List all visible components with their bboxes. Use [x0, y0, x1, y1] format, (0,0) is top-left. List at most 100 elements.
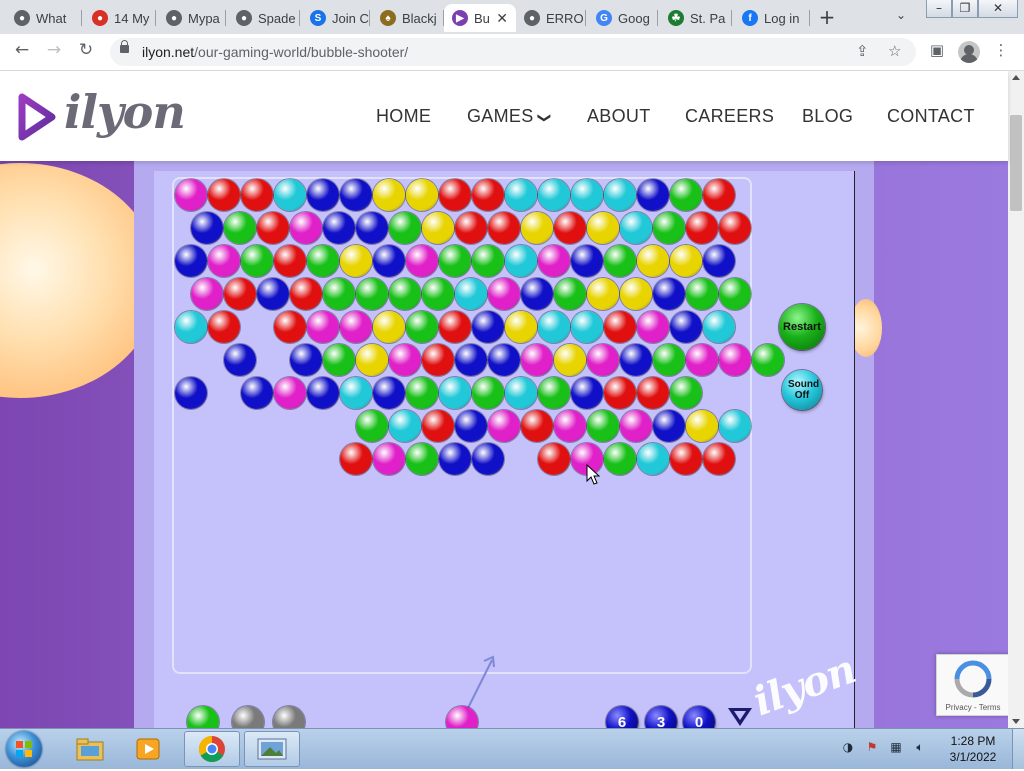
scroll-up-icon[interactable]: [1012, 75, 1020, 80]
tab-search-icon[interactable]: ⌄: [896, 8, 906, 22]
back-icon[interactable]: ←: [10, 40, 34, 64]
tab-close-icon[interactable]: ✕: [496, 10, 508, 27]
bubble: [670, 377, 702, 409]
tab-2[interactable]: ● Mypa: [158, 4, 226, 32]
bubble: [257, 278, 289, 310]
bubble: [521, 212, 553, 244]
bubble: [571, 311, 603, 343]
bubble: [538, 179, 570, 211]
page-scrollbar[interactable]: [1008, 71, 1024, 728]
bubble: [538, 443, 570, 475]
tab-6[interactable]: ▶ Bu ✕: [444, 4, 516, 32]
bubble: [521, 278, 553, 310]
tab-label: Blackj: [402, 10, 437, 26]
chevron-down-icon: ❯: [537, 112, 553, 124]
ilyon-play-logo-icon: [18, 93, 56, 141]
tab-5[interactable]: ♠ Blackj: [372, 4, 444, 32]
menu-kebab-icon[interactable]: ⋮: [990, 41, 1012, 63]
address-bar[interactable]: ilyon.net/our-gaming-world/bubble-shoote…: [110, 38, 916, 66]
bubble: [307, 311, 339, 343]
tab-label: Log in: [764, 10, 800, 26]
tab-10[interactable]: f Log in: [734, 4, 810, 32]
scroll-down-icon[interactable]: [1012, 719, 1020, 724]
bubble: [472, 245, 504, 277]
close-window-button[interactable]: ✕: [978, 0, 1018, 18]
restart-button[interactable]: Restart: [779, 304, 825, 350]
url-domain: ilyon.net: [142, 44, 195, 60]
network-icon[interactable]: ▦: [888, 739, 904, 755]
recaptcha-icon: [954, 660, 992, 698]
bubble: [488, 212, 520, 244]
cards-favicon-icon: ♠: [380, 10, 396, 26]
tab-9[interactable]: ☘ St. Pa: [660, 4, 732, 32]
nav-games[interactable]: GAMES ❯: [467, 106, 553, 127]
folder-icon: [76, 738, 104, 761]
profile-avatar[interactable]: [958, 41, 980, 63]
tab-4[interactable]: S Join C: [302, 4, 370, 32]
bubble: [422, 344, 454, 376]
bubble: [587, 344, 619, 376]
lock-icon[interactable]: [120, 40, 129, 53]
photo-viewer-taskbar-button[interactable]: [244, 731, 300, 767]
show-desktop-button[interactable]: [1012, 729, 1024, 769]
bubble: [439, 443, 471, 475]
bubble: [637, 245, 669, 277]
ilyon-logo[interactable]: ilyon: [18, 81, 186, 151]
tray-arrow-icon[interactable]: ◑: [840, 739, 856, 755]
sound-toggle-button[interactable]: Sound Off: [782, 370, 822, 410]
s-favicon-icon: S: [310, 10, 326, 26]
url-text[interactable]: ilyon.net/our-gaming-world/bubble-shoote…: [142, 44, 408, 60]
side-panel-icon[interactable]: ▣: [926, 41, 948, 63]
bubble: [703, 245, 735, 277]
bubble: [224, 278, 256, 310]
restore-button[interactable]: ❐: [952, 0, 978, 18]
scroll-thumb[interactable]: [1010, 115, 1022, 211]
bubble: [356, 410, 388, 442]
tab-0[interactable]: ● What: [6, 4, 82, 32]
forward-icon[interactable]: →: [42, 40, 66, 64]
nav-about[interactable]: ABOUT: [587, 106, 651, 127]
reload-icon[interactable]: ↻: [74, 40, 98, 64]
tab-divider: [369, 10, 370, 26]
recaptcha-badge[interactable]: Privacy - Terms: [936, 654, 1010, 716]
media-player-taskbar-button[interactable]: [120, 731, 176, 767]
bubble: [224, 212, 256, 244]
bubble: [208, 179, 240, 211]
tab-8[interactable]: G Goog: [588, 4, 658, 32]
clock-time: 1:28 PM: [950, 734, 996, 748]
nav-blog[interactable]: BLOG: [802, 106, 853, 127]
bubble: [274, 377, 306, 409]
chrome-icon: ●: [524, 10, 540, 26]
bubble: [488, 278, 520, 310]
bubble: [472, 311, 504, 343]
action-center-icon[interactable]: ⚑: [864, 739, 880, 755]
share-icon[interactable]: ⇪: [856, 42, 869, 60]
bubble: [604, 245, 636, 277]
bubble: [175, 377, 207, 409]
taskbar-clock[interactable]: 1:28 PM 3/1/2022: [938, 733, 1008, 765]
dropdown-triangle-icon[interactable]: [726, 706, 754, 728]
bubble: [373, 179, 405, 211]
bubble: [538, 311, 570, 343]
minimize-button[interactable]: –: [926, 0, 952, 18]
start-button[interactable]: [6, 731, 42, 767]
nav-home[interactable]: HOME: [376, 106, 431, 127]
bubble: [505, 377, 537, 409]
chrome-taskbar-button[interactable]: [184, 731, 240, 767]
recaptcha-links[interactable]: Privacy - Terms: [937, 703, 1009, 712]
bubble: [307, 377, 339, 409]
bookmark-star-icon[interactable]: ☆: [888, 42, 901, 60]
bubble: [719, 410, 751, 442]
nav-contact[interactable]: CONTACT: [887, 106, 975, 127]
bubble: [406, 443, 438, 475]
explorer-taskbar-button[interactable]: [62, 731, 118, 767]
tab-3[interactable]: ● Spade: [228, 4, 300, 32]
new-tab-button[interactable]: +: [816, 6, 838, 28]
tab-7[interactable]: ● ERRO: [516, 4, 586, 32]
tab-label: ERRO: [546, 10, 584, 26]
nav-careers[interactable]: CAREERS: [685, 106, 774, 127]
bubble: [653, 212, 685, 244]
volume-icon[interactable]: 🔈︎: [912, 739, 928, 755]
bubble: [224, 344, 256, 376]
tab-1[interactable]: ● 14 My: [84, 4, 156, 32]
